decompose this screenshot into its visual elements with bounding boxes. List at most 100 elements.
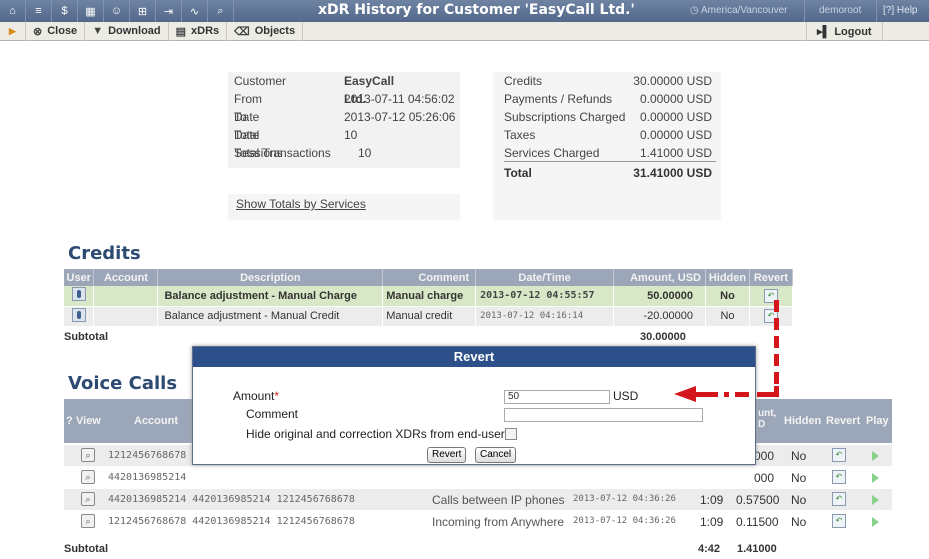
revert-icon[interactable]: ↶ <box>832 448 846 462</box>
logout-button[interactable]: ▸▌ Logout <box>806 22 883 41</box>
revert-icon[interactable]: ↶ <box>832 514 846 528</box>
revert-icon[interactable]: ↶ <box>832 470 846 484</box>
voice-description: Incoming from Anywhere <box>432 515 565 529</box>
play-icon[interactable] <box>872 473 879 483</box>
voice-subtotal-amount: 1.41000 <box>737 543 777 555</box>
magnifier-icon[interactable]: ⌕ <box>81 448 95 462</box>
revert-icon[interactable]: ↶ <box>832 492 846 506</box>
total-value: 31.41000 USD <box>633 166 712 180</box>
required-marker: * <box>274 389 280 403</box>
voice-heading: Voice Calls <box>68 373 178 394</box>
table-row: Balance adjustment - Manual Credit Manua… <box>64 306 794 327</box>
show-totals-link[interactable]: Show Totals by Services <box>236 197 366 211</box>
magnifier-icon[interactable]: ⌕ <box>81 514 95 528</box>
user-icon[interactable] <box>71 287 86 302</box>
credits-heading: Credits <box>68 243 141 264</box>
voice-account: 1212456768678 4420136985214 121245676867… <box>108 516 355 527</box>
col-comment[interactable]: Comment <box>382 269 477 286</box>
summary-value: 0.00000 USD <box>639 128 712 142</box>
timezone-link[interactable]: ◷ America/Vancouver <box>690 5 787 16</box>
summary-label: Subscriptions Charged <box>504 110 626 124</box>
voice-datetime: 2013-07-12 04:36:26 <box>573 494 676 504</box>
play-icon[interactable] <box>872 517 879 527</box>
objects-button[interactable]: ⌫ Objects <box>227 21 304 41</box>
annotation-dash <box>774 318 779 330</box>
col-hidden[interactable]: Hidden <box>784 415 821 427</box>
play-icon[interactable] <box>872 495 879 505</box>
summary-label: Credits <box>504 74 543 88</box>
tree-icon[interactable]: ⊞ <box>130 0 156 22</box>
annotation-dash <box>735 392 749 397</box>
col-play[interactable]: Play <box>866 415 889 427</box>
summary-value: 1.41000 USD <box>639 146 712 160</box>
col-amount[interactable]: unt, D <box>758 408 780 430</box>
comment-input[interactable] <box>504 408 703 422</box>
voice-account: 4420136985214 4420136985214 121245676867… <box>108 494 355 505</box>
expand-arrow-icon[interactable]: ▶ <box>0 21 26 41</box>
col-account[interactable]: Account <box>134 415 178 427</box>
summary-label: Customer <box>234 74 287 88</box>
export-icon[interactable]: ⇥ <box>156 0 182 22</box>
summary-value: 10 <box>358 146 372 160</box>
credit-comment: Manual credit <box>382 306 477 327</box>
timezone-label[interactable]: America/Vancouver <box>701 5 788 16</box>
logout-icon: ▸▌ <box>817 26 831 38</box>
voice-amount: 0.11500 <box>736 515 779 529</box>
amount-label: Amount <box>233 389 275 403</box>
annotation-dash <box>774 354 779 366</box>
annotation-dash <box>774 336 779 348</box>
hide-checkbox[interactable] <box>505 428 517 440</box>
user-name[interactable]: demoroot <box>804 0 861 22</box>
voice-hidden: No <box>791 471 807 485</box>
magnifier-icon[interactable]: ⌕ <box>81 492 95 506</box>
credit-description: Balance adjustment - Manual Charge <box>157 286 384 307</box>
summary-label: Services Charged <box>504 146 600 160</box>
search-icon[interactable]: ⌕ <box>208 0 234 22</box>
annotation-dash <box>757 392 779 397</box>
objects-icon: ⌫ <box>234 25 250 38</box>
chart-icon[interactable]: ∿ <box>182 0 208 22</box>
col-description[interactable]: Description <box>157 269 384 286</box>
col-hidden[interactable]: Hidden <box>705 269 750 286</box>
xdrs-icon: ▤ <box>175 25 187 38</box>
voice-datetime: 2013-07-12 04:36:26 <box>573 516 676 526</box>
grid-icon[interactable]: ▦ <box>78 0 104 22</box>
dollar-icon[interactable]: $ <box>52 0 78 22</box>
col-revert[interactable]: Revert <box>749 269 794 286</box>
voice-subtotal-duration: 4:42 <box>698 543 721 555</box>
col-help[interactable]: ? <box>66 415 73 427</box>
dialog-title: Revert <box>193 347 755 367</box>
total-label: Total <box>504 166 532 180</box>
col-account[interactable]: Account <box>93 269 159 286</box>
col-revert[interactable]: Revert <box>826 415 860 427</box>
list-icon[interactable]: ≡ <box>26 0 52 22</box>
play-icon[interactable] <box>872 451 879 461</box>
amount-input[interactable]: 50 <box>504 390 610 404</box>
magnifier-icon[interactable]: ⌕ <box>81 470 95 484</box>
credit-datetime: 2013-07-12 04:55:57 <box>475 286 615 307</box>
voice-hidden: No <box>791 493 807 507</box>
annotation-dash <box>774 300 779 312</box>
col-user[interactable]: User <box>64 269 95 286</box>
download-button[interactable]: ▼ Download <box>85 21 169 41</box>
help-link[interactable]: [?] Help <box>876 0 917 22</box>
home-icon[interactable]: ⌂ <box>0 0 26 22</box>
logout-label: Logout <box>834 25 872 38</box>
credit-amount: -20.00000 <box>613 306 706 327</box>
voice-amount: 0.57500 <box>736 493 780 507</box>
col-datetime[interactable]: Date/Time <box>475 269 615 286</box>
revert-button[interactable]: Revert <box>427 447 467 463</box>
close-button[interactable]: ⊗ Close <box>26 21 86 41</box>
objects-label: Objects <box>254 25 296 37</box>
user-icon[interactable] <box>71 307 86 322</box>
person-icon[interactable]: ☺ <box>104 0 130 22</box>
col-amount[interactable]: Amount, USD <box>613 269 706 286</box>
cancel-button[interactable]: Cancel <box>475 447 517 463</box>
xdrs-button[interactable]: ▤ xDRs <box>169 21 228 41</box>
col-view[interactable]: View <box>76 415 101 427</box>
help-label[interactable]: Help <box>897 5 918 16</box>
voice-duration: 1:09 <box>700 493 724 507</box>
comment-label: Comment <box>246 407 299 421</box>
top-bar: ⌂ ≡ $ ▦ ☺ ⊞ ⇥ ∿ ⌕ xDR History for Custom… <box>0 0 929 22</box>
credit-comment: Manual charge <box>382 286 477 307</box>
